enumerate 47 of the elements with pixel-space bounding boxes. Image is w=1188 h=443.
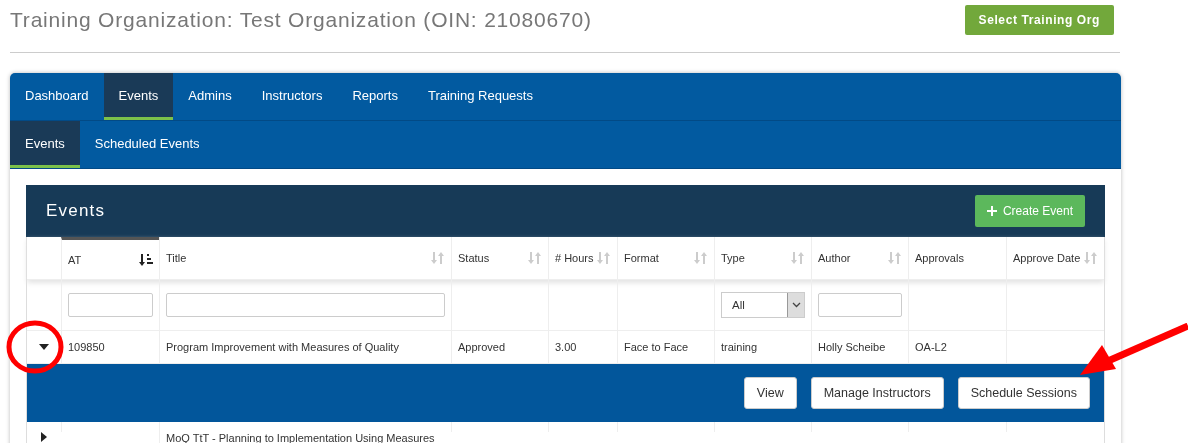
- filter-field[interactable]: [818, 293, 902, 317]
- column-header: Type: [721, 252, 745, 264]
- table-cell: 109850: [68, 341, 105, 353]
- column-header: # Hours: [555, 252, 594, 264]
- column-header: Format: [624, 252, 659, 264]
- filter-field[interactable]: [166, 293, 445, 317]
- table-cell: Approved: [458, 341, 506, 353]
- sort-icon[interactable]: [888, 251, 902, 265]
- expand-icon[interactable]: [39, 432, 49, 442]
- sort-icon[interactable]: [1084, 251, 1098, 265]
- type-filter-dropdown[interactable]: All: [721, 292, 805, 318]
- page-title: Training Organization: Test Organization (OIN: 21080670): [10, 8, 592, 32]
- table-cell: OA-L2: [915, 341, 947, 353]
- sub-tab[interactable]: Scheduled Events: [79, 121, 215, 168]
- table-cell: training: [721, 341, 758, 353]
- nav-tab[interactable]: Admins: [173, 73, 247, 120]
- filter-field[interactable]: [68, 293, 153, 317]
- sort-icon[interactable]: [694, 251, 708, 265]
- nav-tab[interactable]: Dashboard: [10, 73, 104, 120]
- nav-tab[interactable]: Reports: [337, 73, 413, 120]
- chevron-down-icon: [791, 302, 801, 308]
- nav-tab[interactable]: Instructors: [246, 73, 338, 120]
- events-title: Events: [46, 201, 106, 221]
- table-cell: Holly Scheibe: [818, 341, 886, 353]
- nav-tab[interactable]: Events: [103, 73, 174, 120]
- row-action-button[interactable]: Manage Instructors: [810, 377, 944, 409]
- collapse-icon[interactable]: [39, 342, 49, 352]
- plus-icon: [986, 206, 997, 216]
- sort-icon[interactable]: [431, 251, 445, 265]
- sort-icon[interactable]: [791, 251, 805, 265]
- column-header: Title: [166, 252, 187, 264]
- column-header: Status: [458, 252, 490, 264]
- sort-icon[interactable]: [597, 251, 611, 265]
- table-cell: Face to Face: [624, 341, 689, 353]
- annotation-circle: [6, 320, 64, 374]
- column-header: Approvals: [915, 252, 964, 264]
- sub-tab[interactable]: Events: [10, 121, 80, 168]
- table-cell: 3.00: [555, 341, 577, 353]
- row-action-button[interactable]: View: [743, 377, 797, 409]
- table-cell: Program Improvement with Measures of Quality: [166, 341, 399, 353]
- sort-icon[interactable]: [528, 251, 542, 265]
- column-header: Author: [818, 252, 851, 264]
- column-header: AT: [68, 253, 82, 266]
- nav-tab[interactable]: Training Requests: [412, 73, 548, 120]
- column-header: Approve Date: [1013, 252, 1081, 264]
- sort-descending-icon[interactable]: [139, 252, 153, 267]
- row-action-button[interactable]: Schedule Sessions: [957, 377, 1090, 409]
